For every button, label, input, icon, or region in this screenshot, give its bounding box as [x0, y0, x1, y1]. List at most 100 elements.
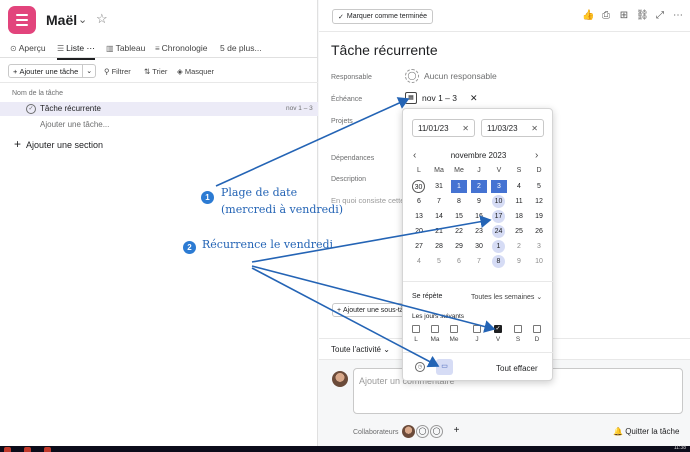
add-task-inline[interactable]: Ajouter une tâche... — [40, 120, 109, 129]
expand-icon[interactable]: ⤢ — [654, 10, 666, 22]
user-icon[interactable]: ◯ — [416, 425, 429, 438]
task-title[interactable]: Tâche récurrente — [331, 42, 438, 58]
attachment-icon[interactable]: ⎙ — [600, 10, 612, 22]
star-icon[interactable]: ☆ — [96, 11, 108, 27]
calendar-day[interactable]: 27 — [411, 240, 427, 253]
calendar-day[interactable]: 20 — [411, 225, 427, 238]
calendar-day[interactable]: 11 — [511, 195, 527, 208]
start-date-input[interactable]: 11/01/23 ✕ — [412, 119, 475, 137]
calendar-day[interactable]: 8 — [492, 255, 505, 268]
end-date-input[interactable]: 11/03/23 ✕ — [481, 119, 544, 137]
sort-button[interactable]: ⇅ Trier — [144, 67, 167, 76]
add-section-button[interactable]: + Ajouter une section — [14, 137, 103, 151]
weekday-checkbox[interactable] — [514, 325, 522, 333]
calendar-day[interactable]: 19 — [531, 210, 547, 223]
user-icon[interactable]: ◯ — [430, 425, 443, 438]
calendar-day[interactable]: 18 — [511, 210, 527, 223]
calendar-day[interactable]: 13 — [411, 210, 427, 223]
calendar-day[interactable]: 10 — [531, 255, 547, 268]
tab-overview[interactable]: ⊙ Aperçu — [10, 43, 46, 53]
tab-more[interactable]: 5 de plus... — [220, 43, 262, 53]
more-dots-icon[interactable]: ⋯ — [87, 43, 96, 53]
taskbar-app-icon[interactable] — [4, 447, 11, 452]
weekday-checkbox[interactable] — [431, 325, 439, 333]
weekday-checkbox[interactable] — [473, 325, 481, 333]
subtasks-icon[interactable]: ⊞ — [618, 10, 630, 22]
clear-icon[interactable]: ✕ — [462, 124, 469, 133]
calendar-day[interactable]: 28 — [431, 240, 447, 253]
calendar-day[interactable]: 22 — [451, 225, 467, 238]
calendar-day[interactable]: 26 — [531, 225, 547, 238]
tab-list[interactable]: ☰ Liste ⋯ — [57, 43, 96, 60]
calendar-day[interactable]: 6 — [451, 255, 467, 268]
tab-timeline[interactable]: ≡ Chronologie — [155, 43, 208, 53]
calendar-day[interactable]: 8 — [451, 195, 467, 208]
due-date-field[interactable]: ▦ nov 1 – 3 ✕ — [405, 92, 478, 104]
calendar-day[interactable]: 14 — [431, 210, 447, 223]
weekday-checkbox[interactable]: ✓ — [494, 325, 502, 333]
calendar-day[interactable]: 1 — [492, 240, 505, 253]
weekday-checkbox[interactable] — [412, 325, 420, 333]
tab-board[interactable]: ▥ Tableau — [106, 43, 145, 53]
add-task-button[interactable]: + Ajouter une tâche ⌄ — [8, 64, 97, 78]
clear-icon[interactable]: ✕ — [531, 124, 538, 133]
calendar-day[interactable]: 31 — [431, 180, 447, 193]
calendar-day[interactable]: 3 — [491, 180, 507, 193]
calendar-day[interactable]: 25 — [511, 225, 527, 238]
calendar-day[interactable]: 2 — [471, 180, 487, 193]
calendar-day[interactable]: 12 — [531, 195, 547, 208]
next-month-icon[interactable]: › — [535, 150, 538, 161]
taskbar-app-icon[interactable] — [24, 447, 31, 452]
calendar-day[interactable]: 5 — [431, 255, 447, 268]
sort-icon: ⇅ — [144, 67, 153, 76]
chevron-down-icon[interactable]: ⌄ — [78, 13, 87, 26]
task-name[interactable]: Tâche récurrente — [40, 104, 101, 113]
calendar-day[interactable]: 23 — [471, 225, 487, 238]
table-row[interactable]: ✓ Tâche récurrente nov 1 – 3 — [0, 102, 318, 116]
calendar-day[interactable]: 7 — [471, 255, 487, 268]
calendar-day[interactable]: 1 — [451, 180, 467, 193]
weekday-checkbox[interactable] — [533, 325, 541, 333]
repeat-select[interactable]: Toutes les semaines ⌄ — [471, 293, 542, 301]
project-menu-icon[interactable] — [8, 6, 36, 34]
calendar-day[interactable]: 24 — [492, 225, 505, 238]
weekday-checkbox[interactable] — [450, 325, 458, 333]
recurrence-icon[interactable]: ▭ — [436, 359, 453, 375]
assignee-field[interactable]: ◯ Aucun responsable — [405, 69, 497, 83]
calendar-day[interactable]: 7 — [431, 195, 447, 208]
hide-button[interactable]: ◈ Masquer — [177, 67, 214, 76]
calendar-day[interactable]: 6 — [411, 195, 427, 208]
chevron-down-icon[interactable]: ⌄ — [83, 67, 95, 75]
calendar-day[interactable]: 17 — [492, 210, 505, 223]
link-icon[interactable]: ⛓ — [636, 10, 649, 22]
add-subtask-button[interactable]: + Ajouter une sous-tâ — [332, 303, 409, 317]
filter-button[interactable]: ⚲ Filtrer — [104, 67, 131, 76]
calendar-day[interactable]: 2 — [511, 240, 527, 253]
calendar-day[interactable]: 5 — [531, 180, 547, 193]
clock-icon[interactable]: ◷ — [415, 362, 425, 372]
calendar-day[interactable]: 4 — [511, 180, 527, 193]
view-tabs: ⊙ Aperçu ☰ Liste ⋯ ▥ Tableau ≡ Chronologie 5… — [0, 40, 318, 60]
calendar-day[interactable]: 29 — [451, 240, 467, 253]
calendar-day[interactable]: 16 — [471, 210, 487, 223]
calendar-day[interactable]: 9 — [511, 255, 527, 268]
calendar-day[interactable]: 30 — [471, 240, 487, 253]
calendar-day[interactable]: 21 — [431, 225, 447, 238]
complete-check-icon[interactable]: ✓ — [26, 104, 36, 114]
calendar-day[interactable]: 9 — [471, 195, 487, 208]
calendar-day[interactable]: 30 — [412, 180, 425, 193]
calendar-day[interactable]: 10 — [492, 195, 505, 208]
mark-complete-button[interactable]: ✓ Marquer comme terminée — [332, 9, 434, 24]
calendar-day[interactable]: 3 — [531, 240, 547, 253]
like-icon[interactable]: 👍 — [582, 10, 594, 22]
calendar-day[interactable]: 15 — [451, 210, 467, 223]
taskbar-app-icon[interactable] — [44, 447, 51, 452]
add-collaborator-icon[interactable]: + — [450, 425, 463, 438]
more-icon[interactable]: ⋯ — [672, 10, 684, 22]
clear-all-button[interactable]: Tout effacer — [496, 364, 538, 373]
clear-date-icon[interactable]: ✕ — [470, 93, 478, 104]
calendar-day[interactable]: 4 — [411, 255, 427, 268]
avatar[interactable] — [402, 425, 415, 438]
task-due-date[interactable]: nov 1 – 3 — [286, 105, 313, 112]
leave-task-button[interactable]: 🔔 Quitter la tâche — [613, 427, 679, 436]
